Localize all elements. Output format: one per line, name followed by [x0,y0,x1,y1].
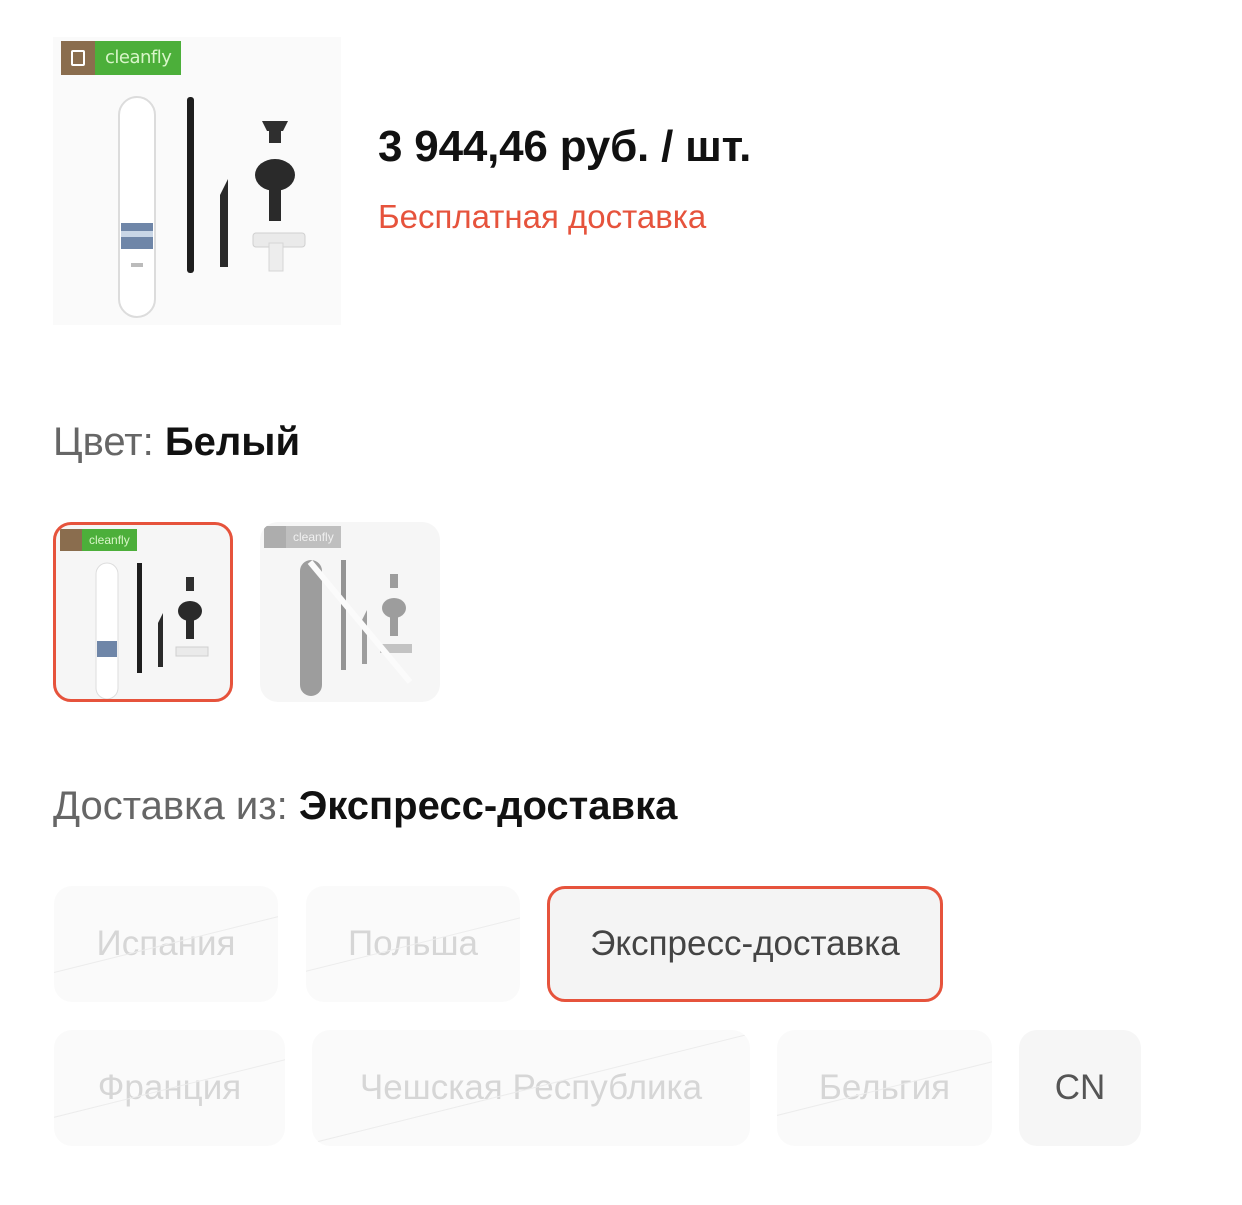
ship-from-option-poland[interactable]: Польша [306,886,520,1002]
vacuum-kit-illustration [118,96,306,318]
ship-from-label-key: Доставка из: [53,784,288,828]
product-image[interactable]: cleanfly [53,37,341,325]
ship-from-option-france[interactable]: Франция [54,1030,285,1146]
ship-from-selected-value: Экспресс-доставка [298,784,678,828]
product-price: 3 944,46 руб. / шт. [378,122,752,171]
color-option-gray[interactable]: cleanfly [260,522,440,702]
ship-from-label: Доставка из: Экспресс-доставка [53,784,677,829]
swatch-vacuum-illustration [95,562,209,699]
free-shipping-note: Бесплатная доставка [378,198,707,235]
ship-from-option-express[interactable]: Экспресс-доставка [547,886,943,1002]
ship-from-option-spain[interactable]: Испания [54,886,278,1002]
ship-from-option-belgium[interactable]: Бельгия [777,1030,992,1146]
color-label-key: Цвет: [53,420,154,464]
ship-from-option-cn[interactable]: CN [1019,1030,1141,1146]
ship-from-option-czech-republic[interactable]: Чешская Республика [312,1030,750,1146]
color-label: Цвет: Белый [53,420,300,465]
swatch-vacuum-illustration [300,560,413,696]
color-selected-value: Белый [164,420,301,464]
color-option-white[interactable]: cleanfly [53,522,233,702]
